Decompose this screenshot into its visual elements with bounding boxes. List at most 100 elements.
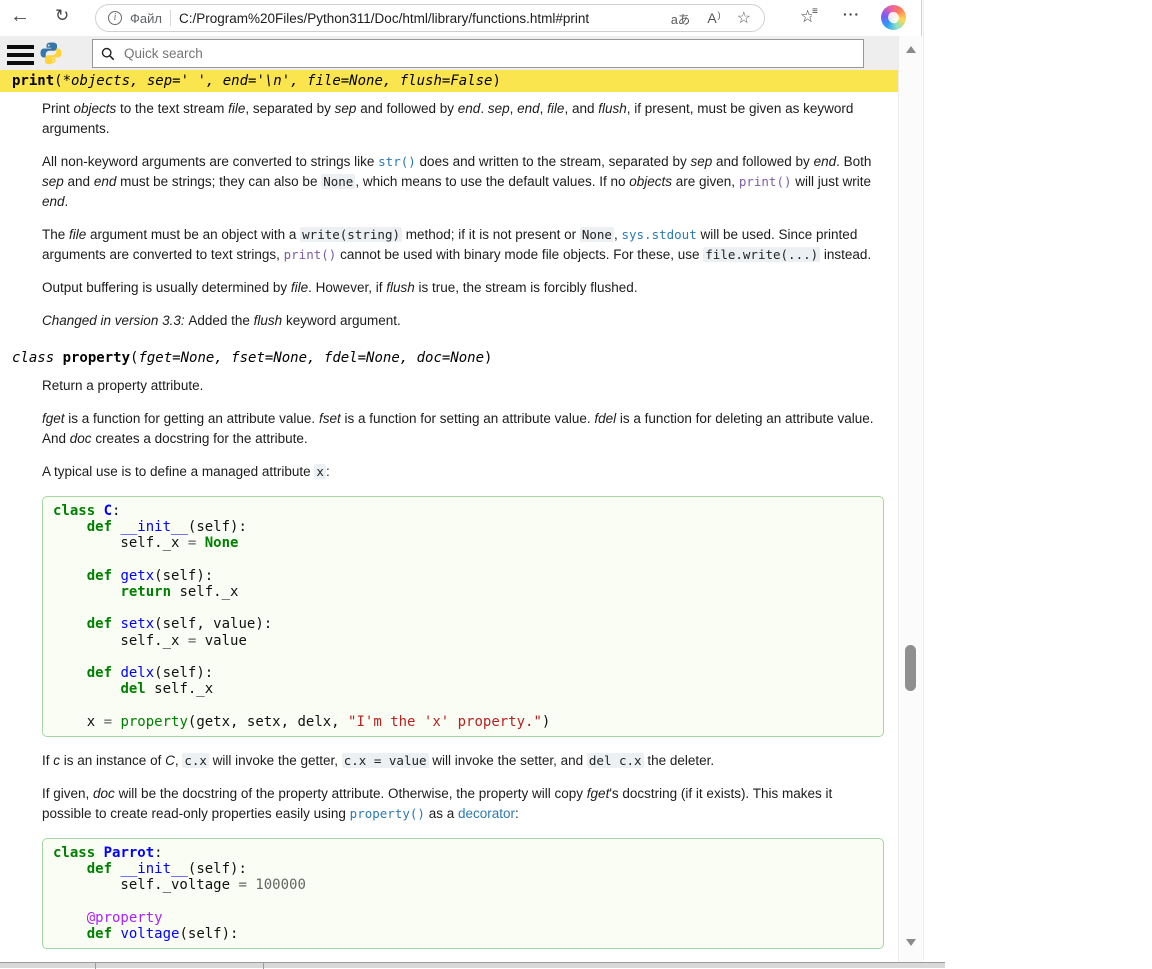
text-run: argument must be an object with a (86, 227, 300, 242)
text-run: as a (425, 806, 458, 821)
scrollbar-thumb[interactable] (905, 645, 916, 691)
vertical-scrollbar[interactable] (898, 36, 922, 962)
inline-em: file (228, 101, 245, 116)
text-run: Print (42, 101, 74, 116)
code-token: (self): (179, 926, 238, 942)
inline-em: sep (335, 101, 357, 116)
more-options-icon[interactable]: ··· (843, 6, 860, 22)
site-info-icon[interactable]: i (108, 11, 122, 25)
inline-em: flush (254, 313, 283, 328)
inline-sig-kw: class (12, 350, 63, 366)
address-bar[interactable]: i Файл C:/Program%20Files/Python311/Doc/… (95, 4, 765, 32)
text-run: , separated by (245, 101, 334, 116)
code-token: getx (120, 568, 154, 584)
code-token: ) (542, 714, 550, 730)
back-icon[interactable]: ← (10, 5, 30, 28)
code-token: def (87, 616, 112, 632)
inline-em: flush (598, 101, 627, 116)
text-run: will invoke the setter, and (429, 753, 587, 768)
inline-link[interactable]: print() (284, 247, 337, 262)
inline-link[interactable]: property() (350, 806, 425, 821)
text-run: Return a property attribute. (42, 378, 203, 393)
inline-link[interactable]: decorator (458, 806, 515, 821)
inline-code: None (321, 174, 355, 189)
inline-em: Changed in version 3.3: (42, 313, 188, 328)
text-run: . Both (836, 154, 871, 169)
code-token: (self): (154, 568, 213, 584)
property-signature: class property(fget=None, fset=None, fde… (0, 347, 898, 369)
code-line: def delx(self): (53, 665, 873, 681)
inline-em: sep (488, 101, 510, 116)
url-text[interactable]: C:/Program%20Files/Python311/Doc/html/li… (179, 11, 589, 26)
paragraph: All non-keyword arguments are converted … (42, 152, 884, 212)
quick-search-input[interactable] (122, 45, 855, 62)
text-run: method; if it is not present or (402, 227, 580, 242)
url-scheme-label: Файл (130, 11, 162, 26)
text-run: does and written to the stream, separate… (416, 154, 691, 169)
code-token: None (205, 535, 239, 551)
inline-em: sep (690, 154, 712, 169)
paragraph: If c is an instance of C, c.x will invok… (42, 751, 884, 771)
inline-sig-param: fget=None, fset=None, fdel=None, doc=Non… (138, 350, 484, 366)
inline-link[interactable]: sys.stdout (621, 227, 696, 242)
paragraph: fget is a function for getting an attrib… (42, 409, 884, 449)
text-run: instead. (820, 247, 871, 262)
code-line: @property (53, 910, 873, 926)
text-run: The (42, 227, 69, 242)
inline-em: end (458, 101, 481, 116)
inline-sig-p: ) (484, 350, 492, 366)
inline-em: file (547, 101, 564, 116)
code-line: self._x = None (53, 535, 873, 551)
menu-hamburger-icon[interactable] (7, 45, 34, 69)
favorite-star-icon[interactable]: ☆ (737, 8, 751, 28)
translate-icon[interactable]: aあ (671, 9, 690, 28)
code-token: self._voltage (53, 877, 238, 893)
code-token: def (87, 519, 112, 535)
inline-em: file (291, 280, 308, 295)
property-description: Return a property attribute. fget is a f… (42, 376, 884, 949)
text-run: is a function for setting an attribute v… (341, 411, 595, 426)
code-token: (getx, setx, delx, (188, 714, 348, 730)
code-line: self._x = value (53, 633, 873, 649)
print-signature: print(*objects, sep=' ', end='\n', file=… (0, 70, 898, 92)
inline-sig-p: ) (492, 73, 500, 89)
text-run: keyword argument. (282, 313, 401, 328)
paragraph: Output buffering is usually determined b… (42, 278, 884, 298)
paragraph: If given, doc will be the docstring of t… (42, 784, 884, 824)
inline-em: fget (587, 786, 610, 801)
copilot-icon[interactable] (881, 5, 906, 30)
code-token: self._x (53, 633, 188, 649)
browser-toolbar: ← ↻ i Файл C:/Program%20Files/Python311/… (0, 0, 921, 36)
text-run: cannot be used with binary mode file obj… (336, 247, 703, 262)
inline-link[interactable]: str() (378, 154, 416, 169)
code-line: self._voltage = 100000 (53, 877, 873, 893)
code-token: "I'm the 'x' property." (348, 714, 542, 730)
code-token (95, 503, 103, 519)
code-token (53, 616, 87, 632)
inline-em: end (42, 194, 65, 209)
inline-link[interactable]: print() (739, 174, 792, 189)
inline-code: c.x = value (342, 753, 429, 768)
favorites-bar-icon[interactable]: ☆≡ (800, 7, 815, 27)
text-run: is a function for getting an attribute v… (65, 411, 319, 426)
inline-em: doc (70, 431, 92, 446)
read-aloud-letter: A (707, 10, 716, 26)
python-logo-icon[interactable] (39, 41, 63, 65)
text-run: creates a docstring for the attribute. (92, 431, 308, 446)
read-aloud-icon[interactable]: A) (707, 10, 719, 26)
print-description: Print objects to the text stream file, s… (42, 99, 884, 331)
text-run: , which means to use the default values.… (355, 174, 629, 189)
code-token: setx (120, 616, 154, 632)
code-token (196, 535, 204, 551)
code-line (53, 552, 873, 568)
text-run: . (65, 194, 69, 209)
scroll-down-arrow-icon[interactable] (906, 939, 916, 946)
scroll-up-arrow-icon[interactable] (906, 46, 916, 53)
code-token: def (87, 926, 112, 942)
reload-icon[interactable]: ↻ (55, 6, 69, 26)
inline-em: C (165, 753, 175, 768)
inline-code: file.write(...) (703, 247, 820, 262)
text-run: , (510, 101, 518, 116)
inline-em: end (94, 174, 117, 189)
code-token: class (53, 503, 95, 519)
